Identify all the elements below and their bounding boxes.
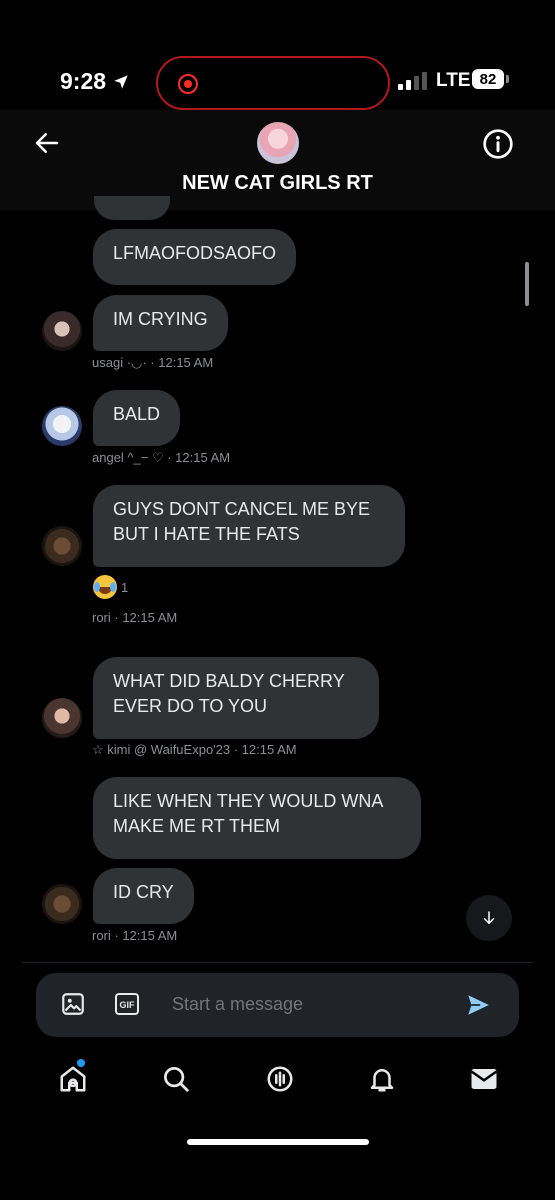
avatar-angel[interactable] bbox=[42, 406, 82, 446]
gif-label: GIF bbox=[120, 1000, 136, 1010]
gif-icon[interactable]: GIF bbox=[114, 991, 140, 1017]
avatar-rori[interactable] bbox=[42, 884, 82, 924]
message-meta: rori · 12:15 AM bbox=[92, 928, 178, 943]
avatar-kimi[interactable] bbox=[42, 698, 82, 738]
message-bubble[interactable]: LIKE WHEN THEY WOULD WNA MAKE ME RT THEM bbox=[93, 777, 421, 859]
back-arrow-icon[interactable] bbox=[32, 128, 62, 158]
avatar-usagi[interactable] bbox=[42, 311, 82, 351]
message-bubble[interactable]: WHAT DID BALDY CHERRY EVER DO TO YOU bbox=[93, 657, 379, 739]
status-bar: 9:28 LTE 82 bbox=[0, 54, 555, 110]
message-meta: ☆ kimi @ WaifuExpo'23 · 12:15 AM bbox=[92, 742, 297, 757]
message-bubble[interactable]: LFMAOFODSAOFO bbox=[93, 229, 297, 285]
divider bbox=[22, 962, 533, 963]
message-composer: GIF Start a message bbox=[36, 973, 519, 1037]
signal-icon bbox=[398, 72, 427, 90]
home-icon[interactable] bbox=[58, 1064, 88, 1094]
dynamic-island-recording[interactable] bbox=[156, 56, 390, 110]
search-icon[interactable] bbox=[161, 1064, 191, 1094]
bell-icon[interactable] bbox=[367, 1064, 397, 1094]
info-icon[interactable] bbox=[482, 128, 514, 160]
message-bubble[interactable]: ID CRY bbox=[93, 868, 194, 924]
recording-icon bbox=[178, 74, 198, 94]
message-meta: rori · 12:15 AM bbox=[92, 610, 178, 625]
message-bubble[interactable]: BALD bbox=[93, 390, 181, 446]
conversation-title[interactable]: NEW CAT GIRLS RT bbox=[0, 172, 555, 195]
group-avatar[interactable] bbox=[257, 122, 299, 164]
scroll-to-bottom-button[interactable] bbox=[466, 895, 512, 941]
home-indicator[interactable] bbox=[187, 1139, 369, 1145]
scrollbar[interactable] bbox=[525, 262, 529, 306]
notification-dot bbox=[77, 1059, 85, 1067]
arrow-down-icon bbox=[483, 911, 495, 924]
message-input[interactable]: Start a message bbox=[172, 994, 303, 1015]
crying-laughing-emoji-icon bbox=[93, 575, 117, 599]
message-meta: usagi ·◡· · 12:15 AM bbox=[92, 355, 214, 370]
conversation-header: NEW CAT GIRLS RT bbox=[0, 110, 555, 210]
mail-icon[interactable] bbox=[469, 1064, 499, 1094]
battery-indicator: 82 bbox=[472, 69, 509, 89]
status-time: 9:28 bbox=[60, 68, 130, 95]
network-label: LTE bbox=[436, 70, 471, 91]
send-icon[interactable] bbox=[465, 992, 491, 1018]
spaces-icon[interactable] bbox=[265, 1064, 295, 1094]
message-bubble-partial[interactable] bbox=[94, 196, 170, 220]
message-meta: angel ^_− ♡ · 12:15 AM bbox=[92, 450, 231, 465]
reaction[interactable]: 1 bbox=[93, 575, 128, 599]
message-bubble[interactable]: GUYS DONT CANCEL ME BYE BUT I HATE THE F… bbox=[93, 485, 405, 567]
location-arrow-icon bbox=[114, 74, 128, 89]
image-icon[interactable] bbox=[60, 991, 86, 1017]
message-bubble[interactable]: IM CRYING bbox=[93, 295, 228, 351]
avatar-rori[interactable] bbox=[42, 526, 82, 566]
